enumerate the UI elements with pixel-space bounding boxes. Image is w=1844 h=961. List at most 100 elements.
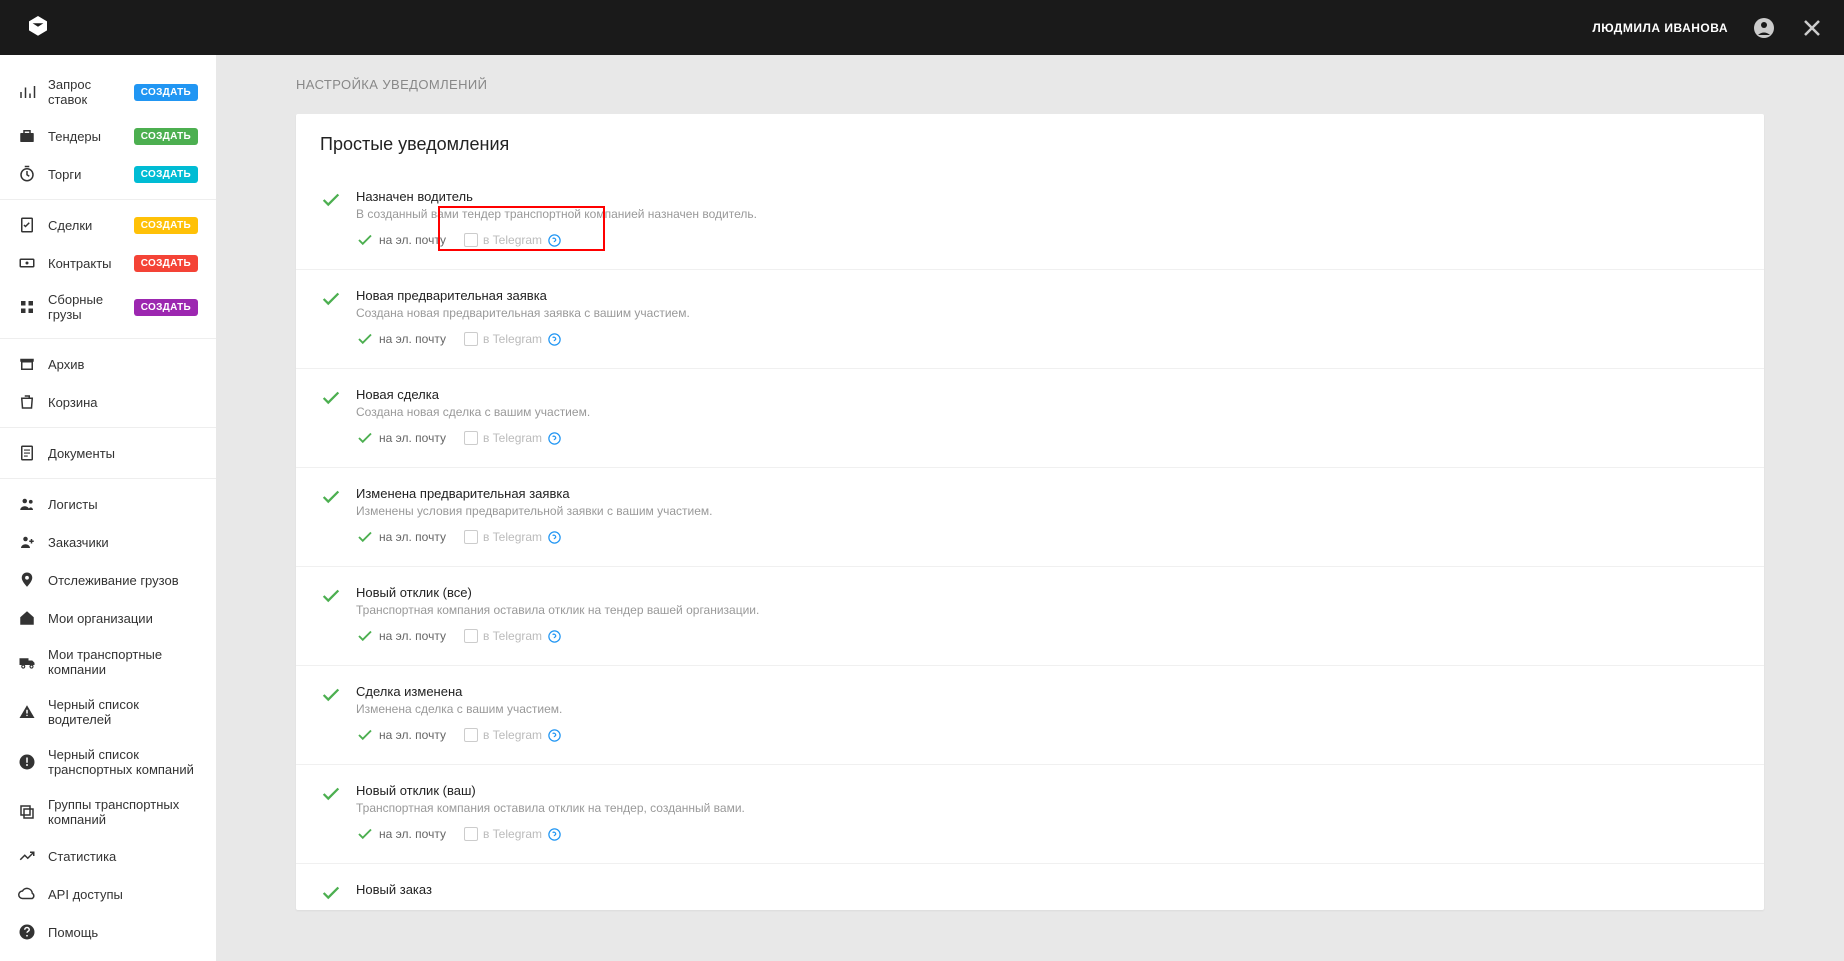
timer-icon	[18, 165, 36, 183]
sidebar-item-label: Архив	[48, 357, 198, 372]
truck-icon	[18, 653, 36, 671]
notifications-card: Простые уведомления Назначен водитель В …	[296, 114, 1764, 910]
sidebar-item-logists[interactable]: Логисты	[0, 485, 216, 523]
notification-enabled-check[interactable]	[320, 783, 342, 805]
sidebar-item-deals[interactable]: Сделки СОЗДАТЬ	[0, 206, 216, 244]
sidebar-item-auctions[interactable]: Торги СОЗДАТЬ	[0, 155, 216, 193]
notification-title: Новый заказ	[356, 882, 1740, 897]
sidebar-item-label: Запрос ставок	[48, 77, 134, 107]
person-add-icon	[18, 533, 36, 551]
sidebar-item-label: Отслеживание грузов	[48, 573, 198, 588]
channel-telegram[interactable]: в Telegram	[464, 431, 562, 446]
channel-email[interactable]: на эл. почту	[356, 330, 446, 348]
error-icon	[18, 753, 36, 771]
notification-desc: В созданный вами тендер транспортной ком…	[356, 207, 1740, 221]
money-icon	[18, 254, 36, 272]
trash-icon	[18, 393, 36, 411]
sidebar-item-label: Статистика	[48, 849, 198, 864]
channel-telegram[interactable]: в Telegram	[464, 629, 562, 644]
help-circle-icon[interactable]	[547, 332, 562, 347]
sidebar-item-help[interactable]: Помощь	[0, 913, 216, 951]
channel-telegram[interactable]: в Telegram	[464, 233, 562, 248]
notification-enabled-check[interactable]	[320, 882, 342, 904]
divider	[0, 427, 216, 428]
sidebar-item-my-carriers[interactable]: Мои транспортные компании	[0, 637, 216, 687]
create-badge[interactable]: СОЗДАТЬ	[134, 166, 198, 183]
sidebar-item-label: API доступы	[48, 887, 198, 902]
channel-email[interactable]: на эл. почту	[356, 825, 446, 843]
notification-row: Назначен водитель В созданный вами тенде…	[296, 171, 1764, 270]
notification-enabled-check[interactable]	[320, 684, 342, 706]
channel-telegram[interactable]: в Telegram	[464, 530, 562, 545]
notification-title: Новый отклик (ваш)	[356, 783, 1740, 798]
create-badge[interactable]: СОЗДАТЬ	[134, 128, 198, 145]
archive-icon	[18, 355, 36, 373]
notification-enabled-check[interactable]	[320, 585, 342, 607]
sidebar-item-driver-blacklist[interactable]: Черный список водителей	[0, 687, 216, 737]
sidebar-item-label: Документы	[48, 446, 198, 461]
notification-row: Новый отклик (ваш) Транспортная компания…	[296, 765, 1764, 864]
sidebar-item-label: Тендеры	[48, 129, 134, 144]
channel-telegram[interactable]: в Telegram	[464, 728, 562, 743]
channel-telegram[interactable]: в Telegram	[464, 332, 562, 347]
help-circle-icon[interactable]	[547, 629, 562, 644]
channel-email[interactable]: на эл. почту	[356, 231, 446, 249]
page-title: НАСТРОЙКА УВЕДОМЛЕНИЙ	[296, 77, 1764, 92]
channel-telegram[interactable]: в Telegram	[464, 827, 562, 842]
sidebar-item-carrier-blacklist[interactable]: Черный список транспортных компаний	[0, 737, 216, 787]
sidebar-item-label: Черный список транспортных компаний	[48, 747, 198, 777]
notification-enabled-check[interactable]	[320, 288, 342, 310]
main-content: НАСТРОЙКА УВЕДОМЛЕНИЙ Простые уведомлени…	[216, 55, 1844, 961]
sidebar-item-rate-request[interactable]: Запрос ставок СОЗДАТЬ	[0, 67, 216, 117]
sidebar-item-label: Группы транспортных компаний	[48, 797, 198, 827]
sidebar-item-tenders[interactable]: Тендеры СОЗДАТЬ	[0, 117, 216, 155]
create-badge[interactable]: СОЗДАТЬ	[134, 299, 198, 316]
create-badge[interactable]: СОЗДАТЬ	[134, 255, 198, 272]
help-circle-icon[interactable]	[547, 431, 562, 446]
help-circle-icon[interactable]	[547, 233, 562, 248]
notification-desc: Изменена сделка с вашим участием.	[356, 702, 1740, 716]
divider	[0, 338, 216, 339]
sidebar-item-documents[interactable]: Документы	[0, 434, 216, 472]
sidebar-item-contracts[interactable]: Контракты СОЗДАТЬ	[0, 244, 216, 282]
channel-email[interactable]: на эл. почту	[356, 627, 446, 645]
notification-row: Изменена предварительная заявка Изменены…	[296, 468, 1764, 567]
notification-enabled-check[interactable]	[320, 486, 342, 508]
sidebar-item-label: Сделки	[48, 218, 134, 233]
notification-title: Новая сделка	[356, 387, 1740, 402]
briefcase-icon	[18, 127, 36, 145]
notification-row: Новая предварительная заявка Создана нов…	[296, 270, 1764, 369]
sidebar-item-carrier-groups[interactable]: Группы транспортных компаний	[0, 787, 216, 837]
notification-desc: Транспортная компания оставила отклик на…	[356, 801, 1740, 815]
sidebar-item-tracking[interactable]: Отслеживание грузов	[0, 561, 216, 599]
notification-row: Новая сделка Создана новая сделка с ваши…	[296, 369, 1764, 468]
sidebar-item-customers[interactable]: Заказчики	[0, 523, 216, 561]
channel-email[interactable]: на эл. почту	[356, 726, 446, 744]
help-circle-icon[interactable]	[547, 728, 562, 743]
help-circle-icon[interactable]	[547, 827, 562, 842]
sidebar-item-trash[interactable]: Корзина	[0, 383, 216, 421]
sidebar-item-stats[interactable]: Статистика	[0, 837, 216, 875]
create-badge[interactable]: СОЗДАТЬ	[134, 84, 198, 101]
copy-icon	[18, 803, 36, 821]
notification-enabled-check[interactable]	[320, 387, 342, 409]
user-icon[interactable]	[1752, 16, 1776, 40]
create-badge[interactable]: СОЗДАТЬ	[134, 217, 198, 234]
channel-email[interactable]: на эл. почту	[356, 429, 446, 447]
location-icon	[18, 571, 36, 589]
section-title: Простые уведомления	[296, 114, 1764, 171]
notification-desc: Изменены условия предварительной заявки …	[356, 504, 1740, 518]
notification-enabled-check[interactable]	[320, 189, 342, 211]
help-circle-icon[interactable]	[547, 530, 562, 545]
bars-icon	[18, 83, 36, 101]
warning-icon	[18, 703, 36, 721]
channel-email[interactable]: на эл. почту	[356, 528, 446, 546]
logo[interactable]	[20, 7, 56, 48]
cloud-icon	[18, 885, 36, 903]
sidebar-item-archive[interactable]: Архив	[0, 345, 216, 383]
notification-desc: Создана новая сделка с вашим участием.	[356, 405, 1740, 419]
close-icon[interactable]	[1800, 16, 1824, 40]
sidebar-item-api[interactable]: API доступы	[0, 875, 216, 913]
sidebar-item-my-orgs[interactable]: Мои организации	[0, 599, 216, 637]
sidebar-item-groupage[interactable]: Сборные грузы СОЗДАТЬ	[0, 282, 216, 332]
